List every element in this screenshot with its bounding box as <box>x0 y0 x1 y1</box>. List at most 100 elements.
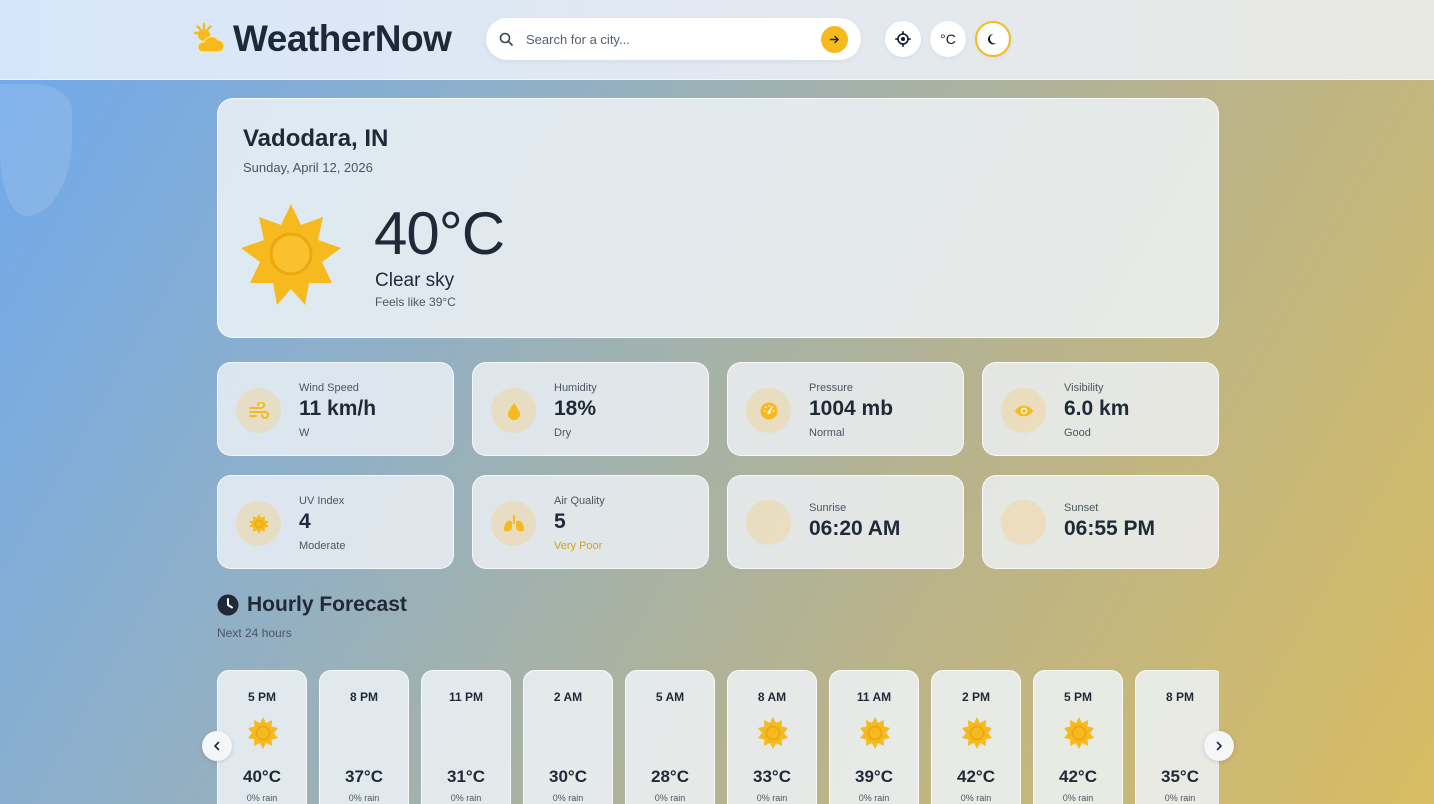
stat-label: Sunset <box>1064 502 1099 514</box>
stat-card-sunrise: Sunrise 06:20 AM <box>727 475 964 569</box>
sun-weather-icon <box>241 204 341 305</box>
wind-icon <box>236 388 281 433</box>
hourly-card[interactable]: 8 PM 37°C 0% rain <box>319 670 409 804</box>
stat-card-pressure: Pressure 1004 mb Normal <box>727 362 964 456</box>
hour-time: 8 PM <box>1165 690 1194 704</box>
stat-card-humidity: Humidity 18% Dry <box>472 362 709 456</box>
stat-value: 18% <box>554 397 597 420</box>
moon-icon <box>987 33 996 44</box>
current-location-button[interactable] <box>885 21 921 57</box>
lungs-icon <box>491 501 536 546</box>
stat-label: Visibility <box>1064 382 1104 394</box>
sunrise-icon <box>746 500 791 545</box>
search-icon <box>499 32 513 46</box>
stat-card-visibility: Visibility 6.0 km Good <box>982 362 1219 456</box>
stat-label: Humidity <box>554 382 597 394</box>
stat-sub: Dry <box>554 427 572 439</box>
hourly-forecast-title: Hourly Forecast <box>247 593 407 616</box>
moon-icon <box>655 717 687 749</box>
scroll-right-button[interactable] <box>1204 731 1234 761</box>
hourly-card[interactable]: 8 AM 33°C 0% rain <box>727 670 817 804</box>
sun-icon <box>247 717 279 749</box>
scroll-left-button[interactable] <box>202 731 232 761</box>
hourly-card[interactable]: 11 PM 31°C 0% rain <box>421 670 511 804</box>
hour-temperature: 42°C <box>957 767 995 786</box>
stat-label: Pressure <box>809 382 854 394</box>
background-blob <box>0 84 72 216</box>
moon-icon <box>1165 717 1197 749</box>
search-input[interactable] <box>526 31 806 47</box>
app-name: WeatherNow <box>233 18 452 59</box>
hourly-card[interactable]: 2 PM 42°C 0% rain <box>931 670 1021 804</box>
stat-value: 11 km/h <box>299 397 377 420</box>
hour-time: 11 PM <box>448 690 484 704</box>
sunset-icon <box>1001 500 1046 545</box>
stat-sub: Good <box>1064 427 1091 439</box>
feels-like: Feels like 39°C <box>375 295 456 309</box>
hour-time: 8 AM <box>757 690 787 704</box>
app-header: WeatherNow °C <box>0 0 1434 80</box>
moon-icon <box>349 717 381 749</box>
hour-rain-chance: 0% rain <box>654 793 686 803</box>
hour-temperature: 33°C <box>753 767 791 786</box>
chevron-right-icon <box>1216 741 1222 751</box>
brand[interactable]: WeatherNow <box>191 18 452 60</box>
hour-temperature: 42°C <box>1059 767 1097 786</box>
current-temperature: 40°C <box>374 200 505 267</box>
hour-rain-chance: 0% rain <box>960 793 992 803</box>
unit-toggle-button[interactable]: °C <box>930 21 966 57</box>
theme-toggle-button[interactable] <box>975 21 1011 57</box>
sun-icon <box>859 717 891 749</box>
sun-icon <box>1063 717 1095 749</box>
hour-rain-chance: 0% rain <box>858 793 890 803</box>
moon-icon <box>451 717 483 749</box>
hour-time: 2 AM <box>553 690 583 704</box>
stat-card-air-quality: Air Quality 5 Very Poor <box>472 475 709 569</box>
hour-temperature: 28°C <box>651 767 689 786</box>
hour-time: 11 AM <box>856 690 892 704</box>
hour-time: 8 PM <box>349 690 378 704</box>
stat-card-wind: Wind Speed 11 km/h W <box>217 362 454 456</box>
stat-value: 06:20 AM <box>809 517 901 540</box>
stat-value: 4 <box>299 510 311 533</box>
hour-temperature: 40°C <box>243 767 281 786</box>
hourly-forecast-list[interactable]: 5 PM 40°C 0% rain 8 PM 37°C 0% rain 11 PM 31°C 0… <box>217 670 1219 804</box>
droplet-icon <box>491 388 536 433</box>
hour-rain-chance: 0% rain <box>1164 793 1196 803</box>
hourly-card[interactable]: 5 AM 28°C 0% rain <box>625 670 715 804</box>
moon-icon <box>553 717 585 749</box>
current-date: Sunday, April 12, 2026 <box>243 160 373 175</box>
hour-time: 2 PM <box>961 690 990 704</box>
hour-rain-chance: 0% rain <box>756 793 788 803</box>
hourly-card[interactable]: 5 PM 40°C 0% rain <box>217 670 307 804</box>
hour-temperature: 31°C <box>447 767 485 786</box>
hourly-forecast-subtitle: Next 24 hours <box>217 626 292 640</box>
clock-icon <box>217 594 239 616</box>
hour-temperature: 35°C <box>1161 767 1199 786</box>
hourly-forecast-heading: Hourly Forecast <box>217 593 407 617</box>
stat-card-sunset: Sunset 06:55 PM <box>982 475 1219 569</box>
hourly-card[interactable]: 11 AM 39°C 0% rain <box>829 670 919 804</box>
search-submit-button[interactable] <box>821 26 848 53</box>
stat-value: 1004 mb <box>809 397 894 420</box>
stat-label: Sunrise <box>809 502 847 514</box>
stat-label: Air Quality <box>554 495 605 507</box>
hourly-card[interactable]: 2 AM 30°C 0% rain <box>523 670 613 804</box>
hourly-card[interactable]: 5 PM 42°C 0% rain <box>1033 670 1123 804</box>
stat-sub: Normal <box>809 427 845 439</box>
sun-icon <box>961 717 993 749</box>
air-quality-status: Very Poor <box>554 540 603 552</box>
hour-time: 5 AM <box>655 690 685 704</box>
stat-value: 6.0 km <box>1064 397 1130 420</box>
stat-card-uv-index: UV Index 4 Moderate <box>217 475 454 569</box>
hour-rain-chance: 0% rain <box>348 793 380 803</box>
gauge-icon <box>746 388 791 433</box>
hour-rain-chance: 0% rain <box>246 793 278 803</box>
hour-rain-chance: 0% rain <box>1062 793 1094 803</box>
hour-time: 5 PM <box>1063 690 1092 704</box>
hour-time: 5 PM <box>247 690 276 704</box>
stat-label: UV Index <box>299 495 345 507</box>
sun-icon <box>236 501 281 546</box>
search-bar <box>486 18 861 60</box>
stat-sub: W <box>299 427 310 439</box>
